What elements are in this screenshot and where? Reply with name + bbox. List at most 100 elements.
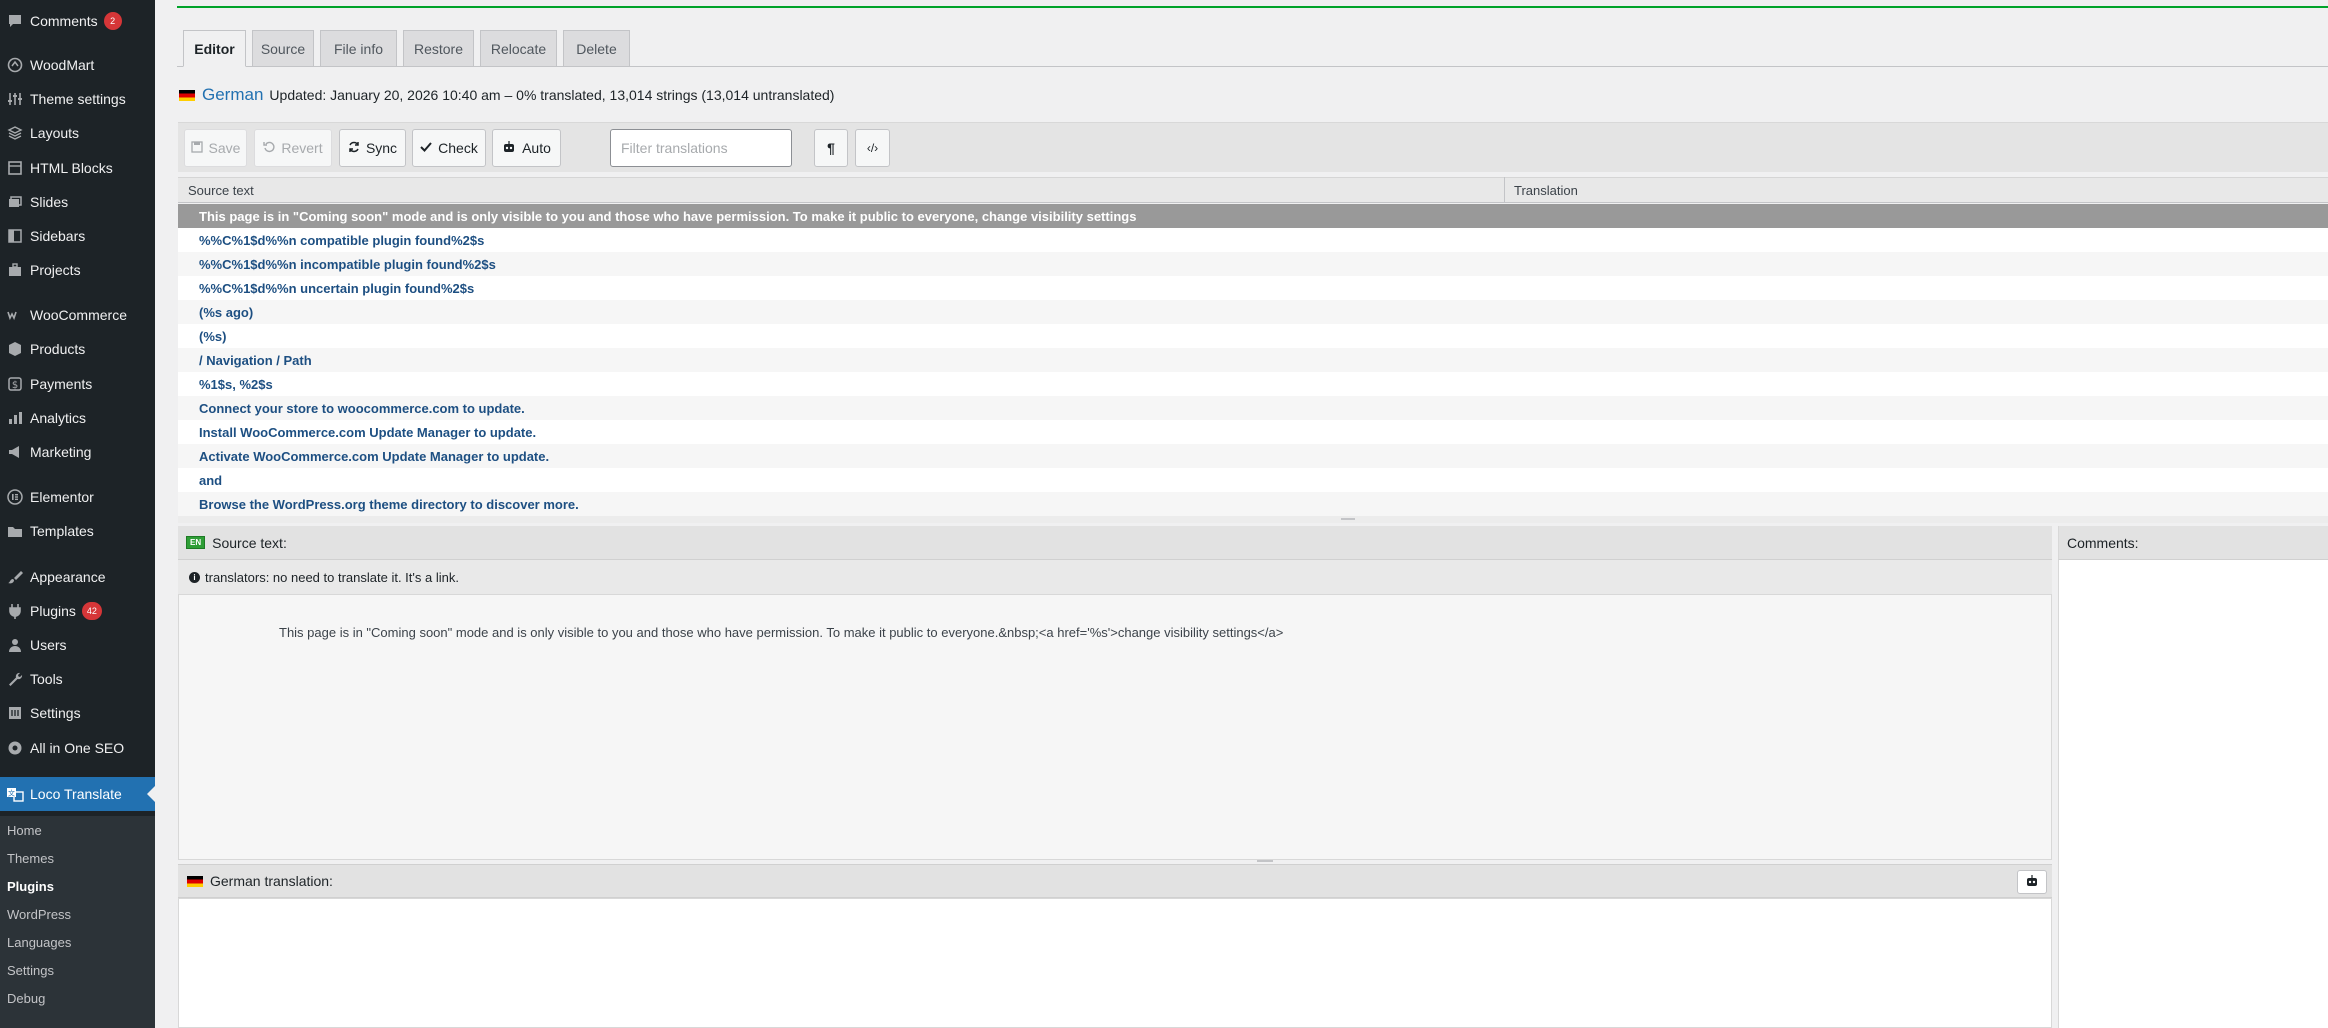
tab-file-info[interactable]: File info: [320, 30, 397, 67]
source-pane-title: Source text:: [212, 534, 287, 551]
menu-item-analytics[interactable]: Analytics: [0, 401, 155, 435]
menu-item-slides[interactable]: Slides: [0, 185, 155, 219]
menu-item-users[interactable]: Users: [0, 628, 155, 662]
toggle-invisibles-button[interactable]: ¶: [814, 129, 848, 167]
tab-relocate[interactable]: Relocate: [480, 30, 557, 67]
menu-item-sidebars[interactable]: Sidebars: [0, 219, 155, 253]
row-source: Activate WooCommerce.com Update Manager …: [199, 448, 550, 464]
tab-editor[interactable]: Editor: [183, 30, 246, 67]
table-row[interactable]: (%s ago): [178, 300, 2328, 324]
table-row[interactable]: %%C%1$d%%n compatible plugin found%2$s: [178, 228, 2328, 252]
menu-item-appearance[interactable]: Appearance: [0, 560, 155, 594]
source-pane-header: EN Source text:: [178, 526, 2052, 560]
tab-source[interactable]: Source: [252, 30, 314, 67]
revert-button[interactable]: Revert: [254, 129, 332, 167]
table-resize-grip[interactable]: [1341, 518, 1355, 520]
briefcase-icon: [0, 262, 30, 278]
comment-icon: [0, 13, 30, 29]
menu-item-elementor[interactable]: Elementor: [0, 480, 155, 514]
column-translation[interactable]: Translation: [1514, 183, 1578, 198]
column-source-text[interactable]: Source text: [188, 183, 254, 198]
menu-item-theme-settings[interactable]: Theme settings: [0, 82, 155, 116]
menu-item-layouts[interactable]: Layouts: [0, 116, 155, 150]
menu-item-all-in-one-seo[interactable]: All in One SEO: [0, 731, 155, 765]
filter-translations-input[interactable]: [610, 129, 792, 167]
column-divider[interactable]: [1504, 177, 1505, 203]
translator-note: i translators: no need to translate it. …: [178, 560, 2052, 594]
submenu-item-themes[interactable]: Themes: [7, 851, 54, 866]
menu-label: Theme settings: [30, 91, 126, 107]
file-status-line: German Updated: January 20, 2026 10:40 a…: [179, 85, 834, 105]
brush-icon: [0, 569, 30, 585]
menu-label: All in One SEO: [30, 740, 125, 756]
comments-textarea[interactable]: [2058, 560, 2328, 1028]
menu-item-comments[interactable]: Comments 2: [0, 4, 155, 38]
menu-item-marketing[interactable]: Marketing: [0, 435, 155, 469]
revert-icon: [263, 140, 275, 156]
admin-sidebar: Comments 2 WoodMart Theme settings Layou…: [0, 0, 155, 1028]
table-row[interactable]: Activate WooCommerce.com Update Manager …: [178, 444, 2328, 468]
menu-item-woocommerce[interactable]: WooCommerce: [0, 298, 155, 332]
menu-item-tools[interactable]: Tools: [0, 662, 155, 696]
table-row[interactable]: and: [178, 468, 2328, 492]
woo-icon: [0, 307, 30, 323]
comments-count-badge: 2: [103, 12, 122, 30]
woodmart-icon: [0, 57, 30, 73]
megaphone-icon: [0, 444, 30, 460]
submenu-item-settings[interactable]: Settings: [7, 963, 54, 978]
pane-resize-grip[interactable]: [1257, 860, 1273, 862]
auto-translate-button[interactable]: Auto: [492, 129, 561, 167]
table-row[interactable]: Connect your store to woocommerce.com to…: [178, 396, 2328, 420]
loco-submenu: Home Themes Plugins WordPress Languages …: [0, 816, 155, 1028]
submenu-item-plugins[interactable]: Plugins: [7, 879, 54, 894]
submenu-item-wordpress[interactable]: WordPress: [7, 907, 71, 922]
translator-note-text: translators: no need to translate it. It…: [205, 569, 459, 585]
row-source: %%C%1$d%%n compatible plugin found%2$s: [199, 232, 485, 248]
row-source: Install WooCommerce.com Update Manager t…: [199, 424, 537, 440]
table-row[interactable]: %%C%1$d%%n incompatible plugin found%2$s: [178, 252, 2328, 276]
file-status-text: Updated: January 20, 2026 10:40 am – 0% …: [269, 87, 835, 103]
code-icon: ‹/›: [866, 141, 879, 155]
menu-label: Settings: [30, 705, 81, 721]
save-icon: [190, 140, 203, 156]
check-button[interactable]: Check: [412, 129, 486, 167]
table-row[interactable]: %1$s, %2$s: [178, 372, 2328, 396]
german-flag-icon: [179, 89, 195, 101]
toggle-code-view-button[interactable]: ‹/›: [855, 129, 890, 167]
table-row[interactable]: Install WooCommerce.com Update Manager t…: [178, 420, 2328, 444]
submenu-item-debug[interactable]: Debug: [7, 991, 45, 1006]
menu-item-products[interactable]: Products: [0, 332, 155, 366]
plugins-update-badge: 42: [81, 602, 102, 620]
menu-item-projects[interactable]: Projects: [0, 253, 155, 287]
submenu-item-languages[interactable]: Languages: [7, 935, 71, 950]
menu-label: Analytics: [30, 410, 87, 426]
tab-delete[interactable]: Delete: [563, 30, 630, 67]
elementor-icon: [0, 489, 30, 505]
table-row[interactable]: / Navigation / Path: [178, 348, 2328, 372]
translation-textarea[interactable]: [178, 898, 2052, 1028]
translation-pane-title: German translation:: [210, 873, 333, 889]
menu-item-payments[interactable]: $ Payments: [0, 367, 155, 401]
blocks-icon: [0, 160, 30, 176]
menu-item-settings[interactable]: Settings: [0, 696, 155, 730]
menu-item-loco-translate[interactable]: 文 Loco Translate: [0, 777, 155, 811]
sync-button[interactable]: Sync: [339, 129, 406, 167]
language-link[interactable]: German: [202, 85, 263, 105]
tab-restore[interactable]: Restore: [403, 30, 474, 67]
robot-icon: [502, 140, 516, 156]
sliders-icon: [0, 91, 30, 107]
submenu-item-home[interactable]: Home: [7, 823, 42, 838]
save-button[interactable]: Save: [184, 129, 247, 167]
table-row[interactable]: (%s): [178, 324, 2328, 348]
german-flag-icon: [187, 875, 203, 887]
table-row[interactable]: This page is in "Coming soon" mode and i…: [178, 204, 2328, 228]
table-resize-handle[interactable]: [178, 516, 2328, 523]
menu-item-woodmart[interactable]: WoodMart: [0, 48, 155, 82]
menu-item-plugins[interactable]: Plugins 42: [0, 594, 155, 628]
table-row[interactable]: %%C%1$d%%n uncertain plugin found%2$s: [178, 276, 2328, 300]
table-row[interactable]: Browse the WordPress.org theme directory…: [178, 492, 2328, 516]
plug-icon: [0, 603, 30, 619]
menu-item-html-blocks[interactable]: HTML Blocks: [0, 151, 155, 185]
auto-translate-string-button[interactable]: [2017, 870, 2047, 894]
menu-item-templates[interactable]: Templates: [0, 514, 155, 548]
